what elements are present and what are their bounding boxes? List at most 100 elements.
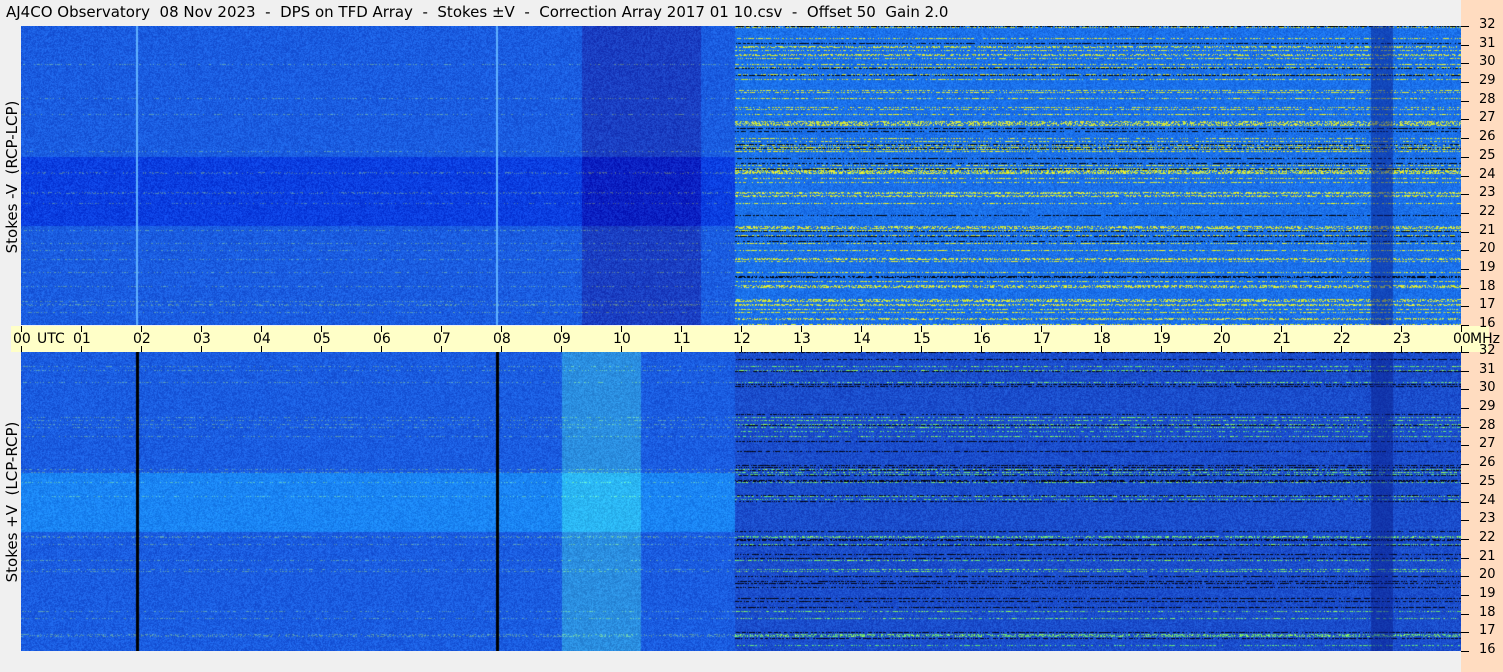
time-tick-mark [921, 346, 922, 352]
frequency-tick-mark [1461, 408, 1469, 409]
chart-title: AJ4CO Observatory 08 Nov 2023 - DPS on T… [6, 3, 949, 21]
time-tick-label: 00 [1453, 331, 1471, 347]
time-tick-label: 16 [973, 331, 991, 347]
time-tick-label: 01 [73, 331, 91, 347]
time-tick-label: 22 [1333, 331, 1351, 347]
frequency-tick-mark [1461, 427, 1469, 428]
time-tick-mark [1401, 326, 1402, 332]
frequency-tick-label: 22 [1479, 530, 1496, 545]
time-tick-mark [681, 326, 682, 332]
time-tick-mark [1041, 326, 1042, 332]
frequency-tick-mark [1461, 176, 1469, 177]
time-tick-label: 20 [1213, 331, 1231, 347]
frequency-tick-label: 24 [1479, 493, 1496, 508]
time-tick-mark [381, 346, 382, 352]
time-axis-unit: UTC [37, 331, 65, 347]
time-tick-mark [81, 346, 82, 352]
frequency-tick-mark [1461, 119, 1469, 120]
frequency-tick-label: 17 [1479, 623, 1496, 638]
time-tick-mark [201, 326, 202, 332]
frequency-tick-mark [1461, 445, 1469, 446]
frequency-tick-mark [1461, 63, 1469, 64]
frequency-tick-mark [1461, 352, 1469, 353]
time-tick-label: 11 [673, 331, 691, 347]
frequency-tick-label: 18 [1479, 605, 1496, 620]
frequency-tick-mark [1461, 250, 1469, 251]
time-tick-mark [801, 326, 802, 332]
frequency-tick-label: 32 [1479, 17, 1496, 32]
time-tick-mark [441, 346, 442, 352]
frequency-tick-label: 30 [1479, 54, 1496, 69]
panel-label-plus-v: Stokes +V (LCP-RCP) [3, 421, 21, 583]
frequency-tick-mark [1461, 464, 1469, 465]
frequency-tick-label: 21 [1479, 223, 1496, 238]
time-tick-mark [621, 326, 622, 332]
time-tick-label: 12 [733, 331, 751, 347]
time-tick-label: 03 [193, 331, 211, 347]
time-tick-mark [501, 326, 502, 332]
frequency-tick-mark [1461, 194, 1469, 195]
time-tick-mark [741, 346, 742, 352]
time-tick-mark [141, 346, 142, 352]
time-tick-label: 15 [913, 331, 931, 347]
time-tick-mark [1341, 346, 1342, 352]
time-tick-mark [261, 346, 262, 352]
frequency-tick-mark [1461, 558, 1469, 559]
spectrogram-stokes-minus-v [21, 26, 1461, 325]
time-tick-mark [1461, 326, 1462, 332]
frequency-tick-label: 26 [1479, 455, 1496, 470]
time-tick-mark [861, 346, 862, 352]
time-tick-label: 02 [133, 331, 151, 347]
frequency-tick-label: 23 [1479, 511, 1496, 526]
frequency-tick-label: 25 [1479, 148, 1496, 163]
time-tick-mark [1281, 326, 1282, 332]
frequency-tick-mark [1461, 232, 1469, 233]
time-tick-label: 21 [1273, 331, 1291, 347]
frequency-tick-label: 16 [1479, 316, 1496, 331]
frequency-tick-label: 31 [1479, 36, 1496, 51]
time-tick-mark [1221, 346, 1222, 352]
time-tick-mark [741, 326, 742, 332]
time-tick-mark [1401, 346, 1402, 352]
frequency-tick-mark [1461, 389, 1469, 390]
time-tick-mark [981, 346, 982, 352]
frequency-tick-mark [1461, 138, 1469, 139]
time-tick-mark [501, 346, 502, 352]
frequency-tick-label: 27 [1479, 110, 1496, 125]
frequency-tick-mark [1461, 502, 1469, 503]
frequency-tick-mark [1461, 157, 1469, 158]
frequency-tick-label: 24 [1479, 167, 1496, 182]
frequency-tick-label: 29 [1479, 73, 1496, 88]
time-tick-mark [861, 326, 862, 332]
time-tick-label: 04 [253, 331, 271, 347]
frequency-tick-label: 28 [1479, 418, 1496, 433]
time-tick-label: 09 [553, 331, 571, 347]
time-tick-mark [21, 326, 22, 332]
time-tick-label: 14 [853, 331, 871, 347]
frequency-tick-label: 30 [1479, 380, 1496, 395]
frequency-tick-label: 20 [1479, 241, 1496, 256]
frequency-tick-label: 19 [1479, 260, 1496, 275]
time-tick-mark [1341, 326, 1342, 332]
time-tick-label: 07 [433, 331, 451, 347]
time-tick-label: 05 [313, 331, 331, 347]
time-tick-mark [681, 346, 682, 352]
time-tick-mark [261, 326, 262, 332]
frequency-tick-mark [1461, 520, 1469, 521]
frequency-tick-label: 19 [1479, 586, 1496, 601]
frequency-tick-label: 23 [1479, 185, 1496, 200]
frequency-tick-label: 31 [1479, 362, 1496, 377]
frequency-tick-mark [1461, 213, 1469, 214]
time-tick-mark [1161, 326, 1162, 332]
time-tick-label: 10 [613, 331, 631, 347]
frequency-tick-label: 27 [1479, 436, 1496, 451]
time-tick-mark [561, 326, 562, 332]
frequency-tick-mark [1461, 288, 1469, 289]
frequency-tick-mark [1461, 595, 1469, 596]
time-tick-mark [381, 326, 382, 332]
time-tick-mark [1101, 346, 1102, 352]
time-tick-mark [1281, 346, 1282, 352]
time-tick-label: 23 [1393, 331, 1411, 347]
time-tick-label: 08 [493, 331, 511, 347]
frequency-tick-label: 29 [1479, 399, 1496, 414]
